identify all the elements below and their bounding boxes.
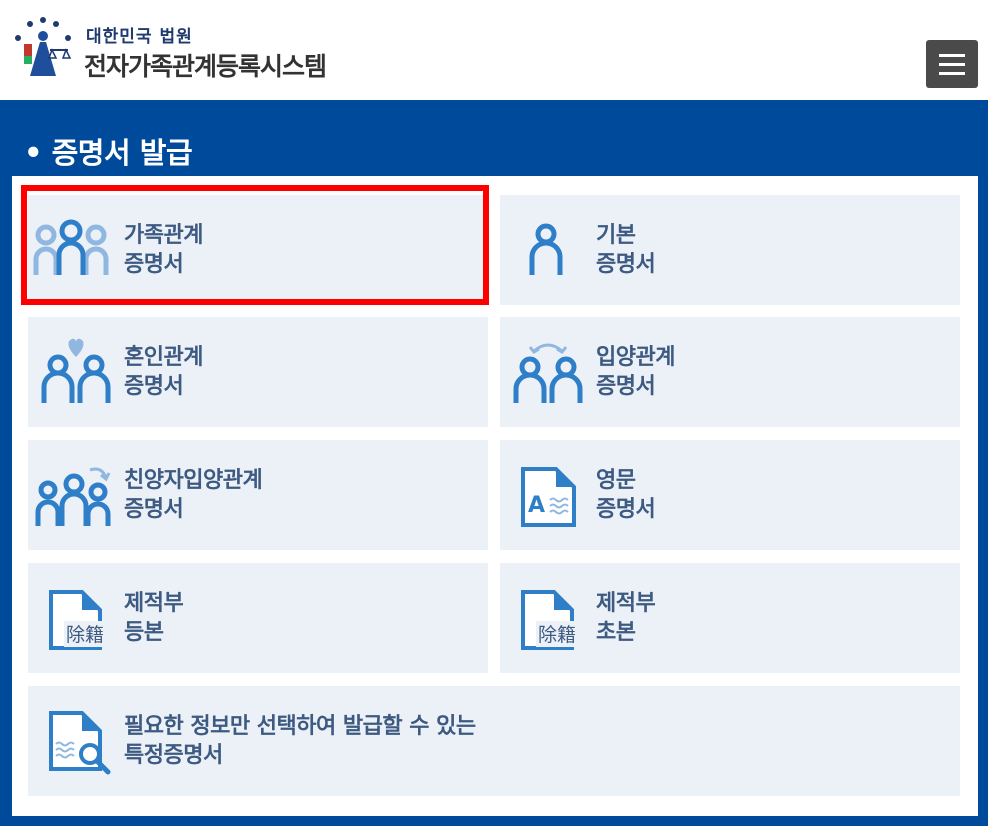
- court-emblem-icon[interactable]: [10, 16, 76, 82]
- stamp-text: 除籍: [66, 624, 104, 646]
- tile-full-adoption-certificate[interactable]: 친양자입양관계 증명서: [28, 440, 488, 550]
- tile-label: 가족관계 증명서: [124, 223, 203, 277]
- tile-label: 기본 증명서: [596, 223, 656, 277]
- tile-label: 혼인관계 증명서: [124, 345, 203, 399]
- tile-removed-register-abstract[interactable]: 除籍 제적부 초본: [500, 563, 960, 673]
- tile-label: 입양관계 증명서: [596, 345, 675, 399]
- tile-removed-register-transcript[interactable]: 除籍 제적부 등본: [28, 563, 488, 673]
- top-header: 대한민국 법원 전자가족관계등록시스템: [0, 0, 988, 100]
- tile-label: 제적부 등본: [124, 591, 184, 645]
- tile-adoption-certificate[interactable]: 입양관계 증명서: [500, 317, 960, 427]
- stamp-text: 除籍: [538, 624, 576, 646]
- hamburger-menu-icon: [939, 54, 965, 57]
- system-name[interactable]: 전자가족관계등록시스템: [84, 47, 327, 83]
- tile-marriage-certificate[interactable]: 혼인관계 증명서: [28, 317, 488, 427]
- tile-label: 친양자입양관계 증명서: [124, 468, 263, 522]
- tile-specific-certificate[interactable]: 필요한 정보만 선택하여 발급할 수 있는 특정증명서: [28, 686, 960, 796]
- couple-heart-icon: [38, 337, 114, 409]
- person-icon: [526, 223, 566, 281]
- english-document-icon: A: [520, 466, 578, 532]
- svg-text:A: A: [528, 493, 545, 518]
- adoption-icon: [510, 337, 586, 409]
- tile-family-relation-certificate[interactable]: 가족관계 증명서: [28, 195, 488, 305]
- org-name: 대한민국 법원: [86, 27, 193, 47]
- tile-label: 필요한 정보만 선택하여 발급할 수 있는 특정증명서: [124, 714, 476, 768]
- tile-label: 제적부 초본: [596, 591, 656, 645]
- section-title: • 증명서 발급: [24, 136, 193, 170]
- removed-register-document-icon: 除籍: [520, 589, 586, 655]
- removed-register-document-icon: 除籍: [48, 589, 114, 655]
- full-adoption-icon: [34, 460, 114, 534]
- family-icon: [32, 219, 112, 283]
- tile-english-certificate[interactable]: A 영문 증명서: [500, 440, 960, 550]
- tile-label: 영문 증명서: [596, 468, 656, 522]
- document-search-icon: [48, 710, 114, 780]
- tile-basic-certificate[interactable]: 기본 증명서: [500, 195, 960, 305]
- hamburger-menu-button[interactable]: [926, 40, 978, 88]
